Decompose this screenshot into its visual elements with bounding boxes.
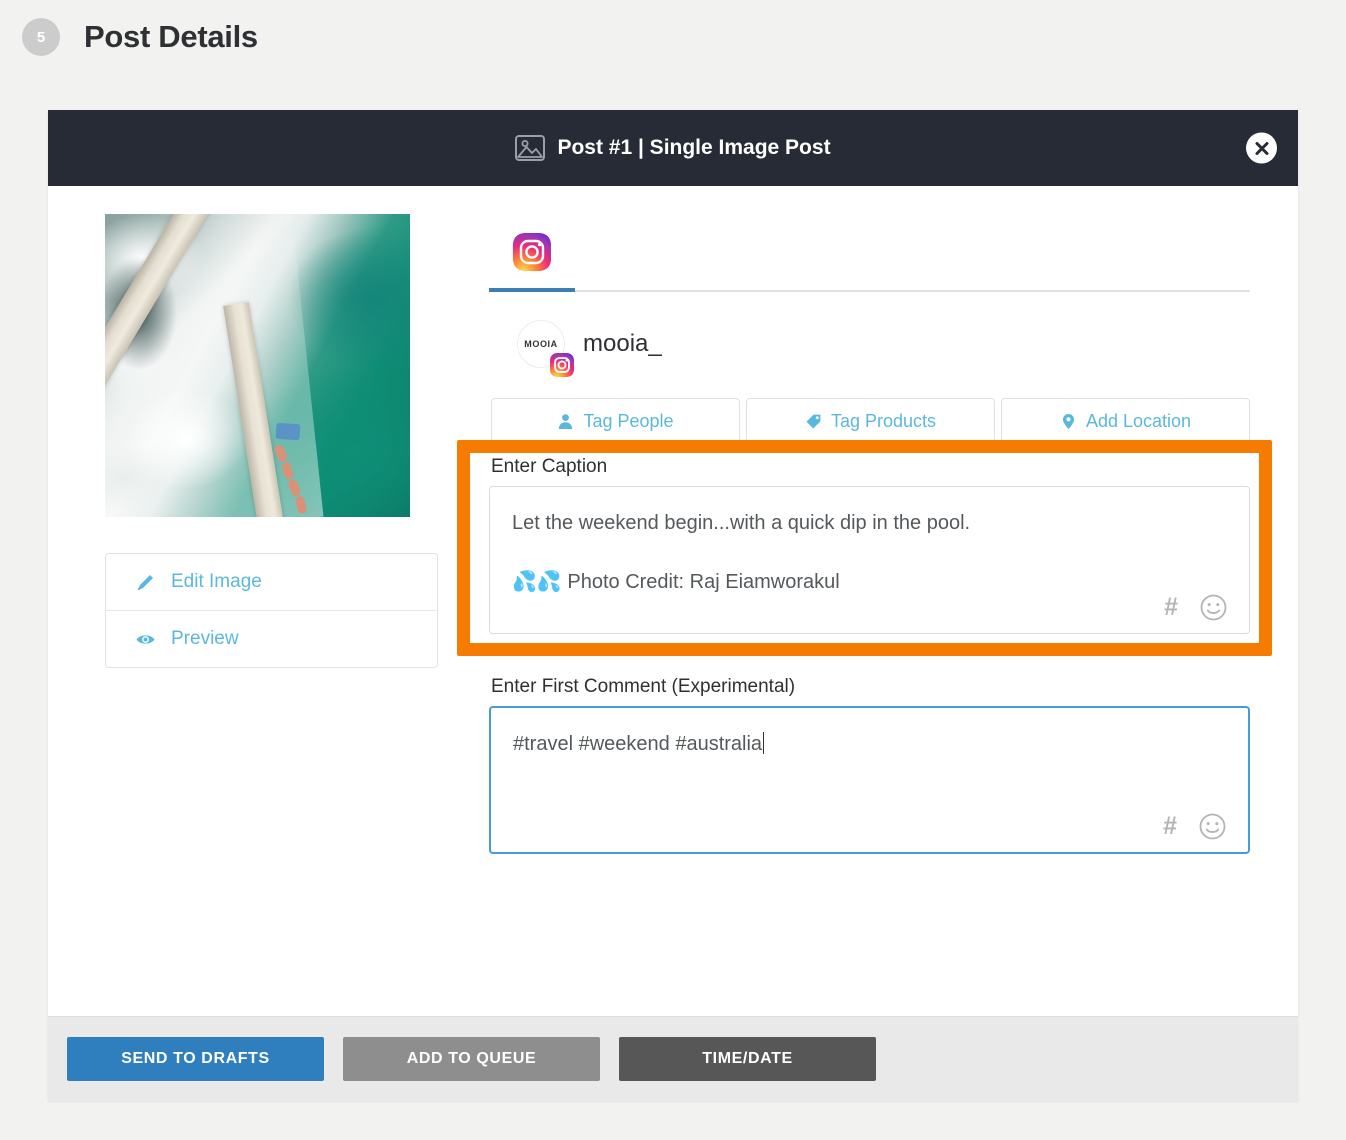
first-comment-input[interactable]: #travel #weekend #australia # bbox=[489, 706, 1250, 854]
caption-credit-text: Photo Credit: Raj Eiamworakul bbox=[567, 571, 840, 593]
pencil-icon bbox=[138, 574, 153, 590]
right-column: MOOIA mooia_ Tag People Tag Products Add… bbox=[453, 214, 1298, 1016]
add-to-queue-button[interactable]: ADD TO QUEUE bbox=[343, 1037, 600, 1081]
instagram-icon bbox=[513, 233, 551, 271]
card-header: Post #1 | Single Image Post bbox=[48, 110, 1298, 186]
caption-line-2: 💦💦 Photo Credit: Raj Eiamworakul bbox=[512, 568, 1227, 597]
edit-image-label: Edit Image bbox=[171, 571, 262, 592]
avatar: MOOIA bbox=[517, 320, 574, 377]
close-icon[interactable] bbox=[1246, 132, 1277, 164]
send-to-drafts-button[interactable]: SEND TO DRAFTS bbox=[67, 1037, 324, 1081]
add-location-button[interactable]: Add Location bbox=[1001, 398, 1250, 444]
card-body: Edit Image Preview MOOIA mooia_ Tag Peop… bbox=[48, 186, 1298, 1016]
post-image[interactable] bbox=[105, 214, 410, 517]
card-footer: SEND TO DRAFTS ADD TO QUEUE TIME/DATE bbox=[48, 1016, 1298, 1101]
caption-line-1: Let the weekend begin...with a quick dip… bbox=[512, 512, 971, 534]
tag-products-label: Tag Products bbox=[830, 410, 937, 431]
person-icon bbox=[559, 413, 573, 429]
first-comment-value-line: #travel #weekend #australia bbox=[513, 730, 1226, 759]
preview-button[interactable]: Preview bbox=[106, 610, 437, 667]
post-details-card: Post #1 | Single Image Post Edit Image P… bbox=[48, 110, 1298, 1101]
tag-icon bbox=[806, 414, 821, 428]
account-row: MOOIA mooia_ bbox=[489, 292, 1250, 377]
step-badge: 5 bbox=[22, 18, 60, 56]
location-pin-icon bbox=[1062, 413, 1074, 429]
tag-products-button[interactable]: Tag Products bbox=[746, 398, 995, 444]
tab-instagram[interactable] bbox=[489, 214, 575, 290]
network-tabs bbox=[489, 214, 1250, 292]
photo-towel bbox=[275, 422, 301, 441]
caption-section: Enter Caption Let the weekend begin...wi… bbox=[457, 440, 1272, 656]
first-comment-section: Enter First Comment (Experimental) #trav… bbox=[489, 676, 1250, 854]
avatar-instagram-badge-icon bbox=[550, 353, 574, 377]
preview-label: Preview bbox=[171, 628, 239, 649]
page-header: 5 Post Details bbox=[0, 0, 1346, 56]
eye-icon bbox=[136, 634, 155, 644]
card-header-label: Post #1 | Single Image Post bbox=[557, 136, 831, 159]
tag-people-label: Tag People bbox=[583, 410, 674, 431]
account-username: mooia_ bbox=[583, 330, 662, 357]
photo-people bbox=[246, 417, 330, 517]
left-column: Edit Image Preview bbox=[48, 214, 453, 1016]
caption-label: Enter Caption bbox=[491, 456, 608, 477]
page-title: Post Details bbox=[84, 19, 258, 54]
caption-input[interactable]: Let the weekend begin...with a quick dip… bbox=[489, 486, 1250, 634]
hashtag-icon[interactable]: # bbox=[1163, 814, 1177, 839]
smiley-icon[interactable] bbox=[1199, 813, 1226, 840]
card-header-title: Post #1 | Single Image Post bbox=[515, 135, 831, 161]
caption-tools: # bbox=[1164, 594, 1227, 621]
smiley-icon[interactable] bbox=[1200, 594, 1227, 621]
caption-textarea-wrap: Let the weekend begin...with a quick dip… bbox=[457, 440, 1272, 656]
time-date-button[interactable]: TIME/DATE bbox=[619, 1037, 876, 1081]
image-actions-list: Edit Image Preview bbox=[105, 553, 438, 668]
edit-image-button[interactable]: Edit Image bbox=[106, 554, 437, 610]
sweat-droplets-emoji: 💦💦 bbox=[512, 571, 562, 593]
image-placeholder-icon bbox=[515, 135, 546, 161]
first-comment-value: #travel #weekend #australia bbox=[513, 733, 763, 755]
text-cursor bbox=[763, 732, 765, 754]
close-x-glyph bbox=[1255, 141, 1268, 155]
tag-buttons-row: Tag People Tag Products Add Location bbox=[491, 398, 1250, 444]
first-comment-label: Enter First Comment (Experimental) bbox=[491, 676, 796, 697]
first-comment-tools: # bbox=[1163, 813, 1226, 840]
hashtag-icon[interactable]: # bbox=[1164, 595, 1178, 620]
tag-people-button[interactable]: Tag People bbox=[491, 398, 740, 444]
add-location-label: Add Location bbox=[1085, 410, 1192, 431]
